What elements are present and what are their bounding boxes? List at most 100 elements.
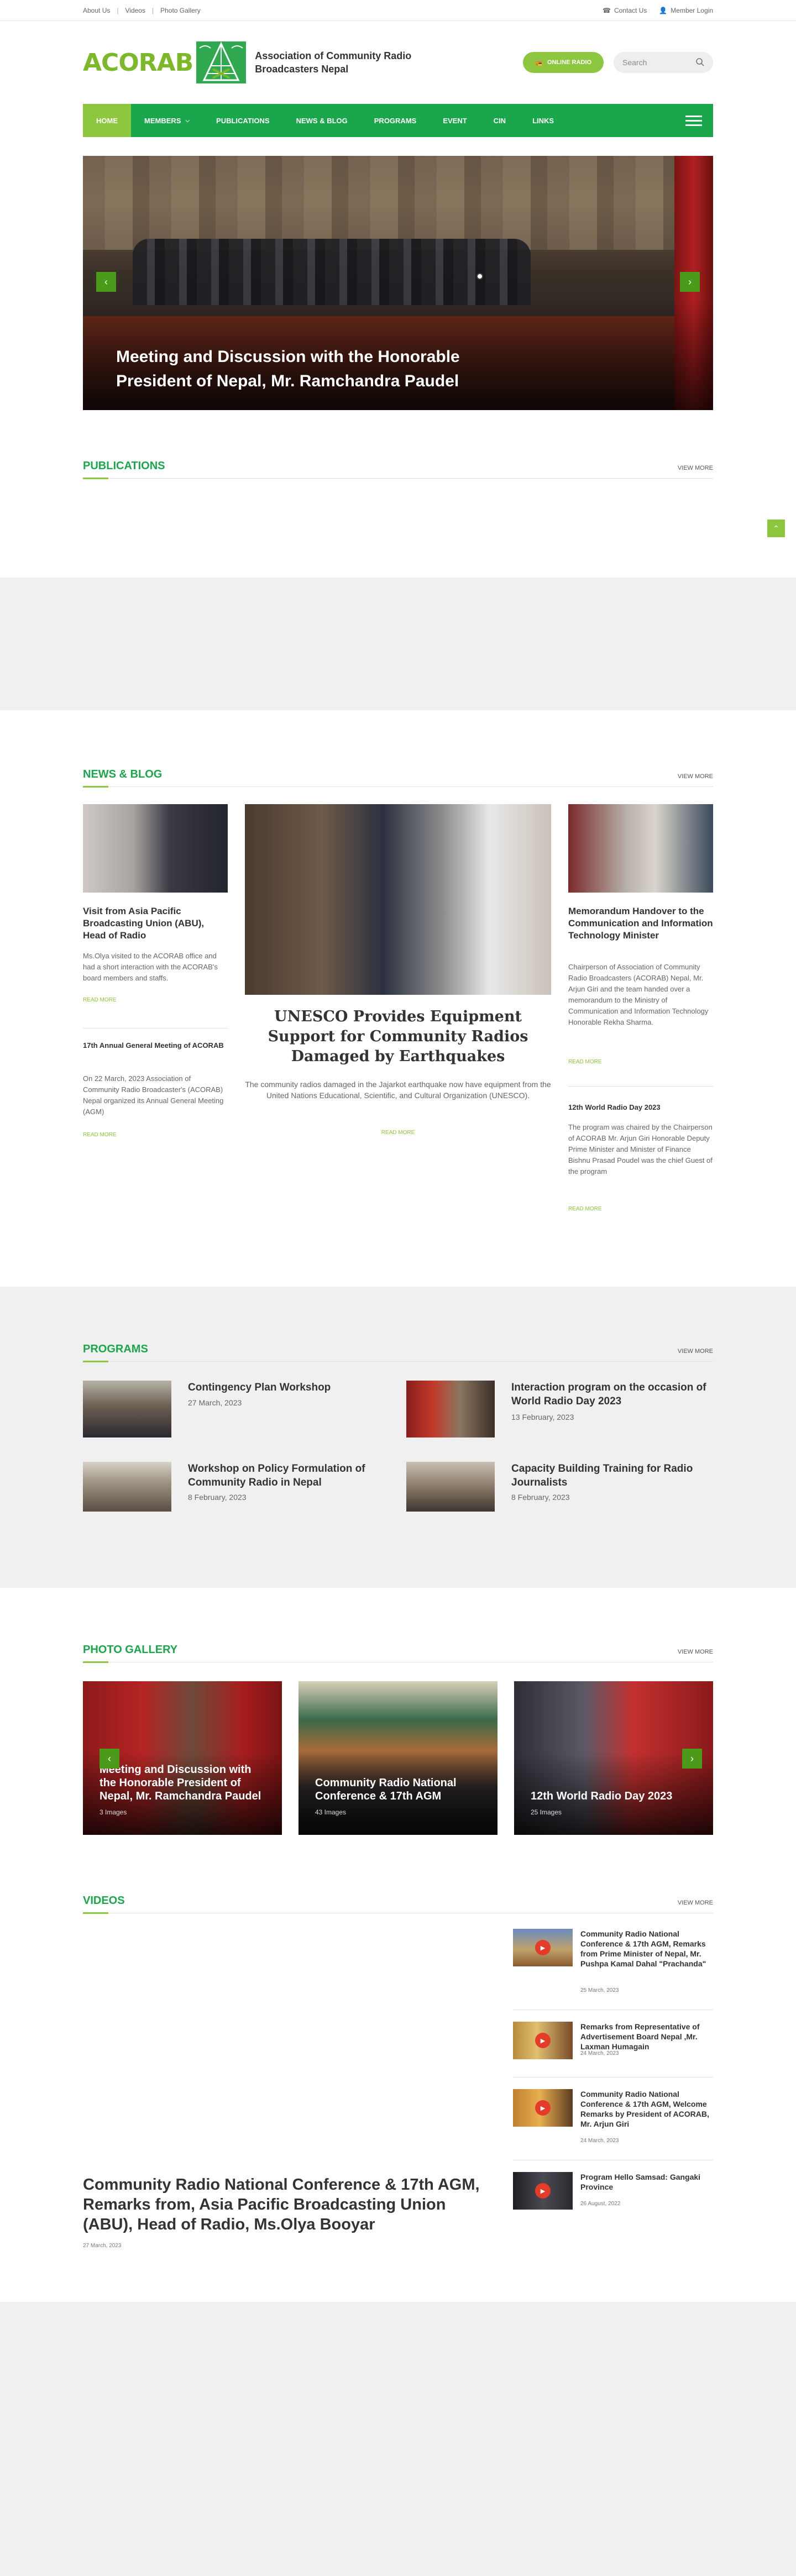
nav-programs[interactable]: PROGRAMS [361, 104, 430, 137]
search-input[interactable]: Search [622, 58, 647, 67]
program-image-1[interactable] [83, 1381, 171, 1437]
news-view-more[interactable]: VIEW MORE [678, 773, 713, 786]
program-date-1: 27 March, 2023 [188, 1398, 242, 1407]
video-thumb[interactable]: ▶ [513, 2172, 573, 2210]
video-main-title[interactable]: Community Radio National Conference & 17… [83, 2175, 492, 2234]
news-right-body-2: The program was chaired by the Chairpers… [568, 1123, 713, 1176]
videos-header: VIDEOS VIEW MORE [83, 1889, 713, 1914]
top-link-videos[interactable]: Videos [125, 7, 145, 14]
radio-tower-icon [196, 41, 247, 83]
news-left-read-2[interactable]: READ MORE [83, 1132, 117, 1138]
slider-prev-arrow-icon[interactable]: ‹ [96, 272, 116, 292]
nav-cin[interactable]: CIN [480, 104, 519, 137]
publications-band [0, 578, 796, 710]
news-left-title-1[interactable]: Visit from Asia Pacific Broadcasting Uni… [83, 905, 228, 942]
program-image-3[interactable] [83, 1462, 171, 1512]
videos-view-more[interactable]: VIEW MORE [678, 1900, 713, 1913]
program-image-2[interactable] [406, 1381, 495, 1437]
gallery-section: PHOTO GALLERY VIEW MORE [83, 1638, 713, 1663]
publications-view-more[interactable]: VIEW MORE [678, 465, 713, 478]
org-name-line1: Association of Community Radio [255, 50, 412, 61]
video-item-title-4[interactable]: Program Hello Samsad: Gangaki Province [580, 2172, 713, 2192]
video-item-title-2[interactable]: Remarks from Representative of Advertise… [580, 2022, 713, 2052]
section-underline [83, 1912, 108, 1914]
nav-news-blog[interactable]: NEWS & BLOG [283, 104, 361, 137]
contact-link[interactable]: ☎ Contact Us [603, 7, 647, 14]
news-left-read-1[interactable]: READ MORE [83, 997, 117, 1003]
news-right-title-2[interactable]: 12th World Radio Day 2023 [568, 1102, 713, 1113]
news-image-unesco[interactable] [245, 804, 551, 995]
top-link-gallery[interactable]: Photo Gallery [160, 7, 201, 14]
news-left-body-1: Ms.Olya visited to the ACORAB office and… [83, 952, 218, 982]
news-right-read-1[interactable]: READ MORE [568, 1059, 602, 1065]
program-title-4[interactable]: Capacity Building Training for Radio Jou… [511, 1462, 713, 1489]
gallery-carousel: Meeting and Discussion with the Honorabl… [83, 1681, 713, 1835]
video-thumb[interactable]: ▶ [513, 2022, 573, 2059]
news-image-abu[interactable] [83, 804, 228, 893]
news-right-read-2[interactable]: READ MORE [568, 1206, 602, 1212]
nav-members-label: MEMBERS [144, 116, 181, 125]
programs-view-more[interactable]: VIEW MORE [678, 1348, 713, 1361]
nav-links[interactable]: LINKS [519, 104, 567, 137]
news-image-memorandum[interactable] [568, 804, 713, 893]
section-underline [83, 1361, 108, 1362]
gallery-card-2[interactable]: Community Radio National Conference & 17… [298, 1681, 498, 1835]
videos-section: VIDEOS VIEW MORE [83, 1889, 713, 1914]
program-date-2: 13 February, 2023 [511, 1413, 574, 1421]
slider-dot[interactable] [476, 273, 483, 280]
section-underline [83, 478, 108, 479]
section-underline [83, 786, 108, 788]
hamburger-menu-icon[interactable] [685, 113, 702, 129]
play-icon[interactable]: ▶ [535, 2100, 551, 2116]
video-item-date-4: 26 August, 2022 [580, 2201, 621, 2207]
news-right-title-1[interactable]: Memorandum Handover to the Communication… [568, 905, 713, 942]
site-logo[interactable]: ACORAB Association of Community Radio Br… [83, 41, 411, 83]
contact-label: Contact Us [614, 7, 647, 14]
video-thumb[interactable]: ▶ [513, 1929, 573, 1966]
divider [83, 1028, 228, 1029]
online-radio-button[interactable]: 📻 ONLINE RADIO [523, 52, 604, 73]
gallery-prev-arrow-icon[interactable]: ‹ [100, 1749, 119, 1769]
program-title-1[interactable]: Contingency Plan Workshop [188, 1381, 376, 1394]
hero-image-wall [83, 156, 713, 250]
program-image-4[interactable] [406, 1462, 495, 1512]
member-login-link[interactable]: 👤 Member Login [659, 7, 713, 14]
play-icon[interactable]: ▶ [535, 2183, 551, 2199]
radio-icon: 📻 [535, 59, 543, 66]
hero-title[interactable]: Meeting and Discussion with the Honorabl… [116, 345, 514, 394]
scroll-top-icon[interactable]: ⌃ [767, 520, 785, 537]
video-item-title-1[interactable]: Community Radio National Conference & 17… [580, 1929, 713, 1969]
online-radio-label: ONLINE RADIO [547, 59, 591, 66]
gallery-card-count-1: 3 Images [100, 1808, 127, 1816]
program-title-3[interactable]: Workshop on Policy Formulation of Commun… [188, 1462, 376, 1489]
gallery-next-arrow-icon[interactable]: › [682, 1749, 702, 1769]
org-name-line2: Broadcasters Nepal [255, 64, 349, 75]
video-item-title-3[interactable]: Community Radio National Conference & 17… [580, 2089, 713, 2129]
videos-title: VIDEOS [83, 1895, 125, 1907]
user-icon: 👤 [659, 7, 668, 14]
news-center-read[interactable]: READ MORE [245, 1130, 551, 1136]
news-header: NEWS & BLOG VIEW MORE [83, 763, 713, 788]
slider-next-arrow-icon[interactable]: › [680, 272, 700, 292]
nav-event[interactable]: EVENT [430, 104, 480, 137]
play-icon[interactable]: ▶ [535, 1940, 551, 1955]
news-left-title-2[interactable]: 17th Annual General Meeting of ACORAB [83, 1040, 228, 1051]
gallery-card-count-2: 43 Images [315, 1808, 347, 1816]
gallery-card-title-1: Meeting and Discussion with the Honorabl… [100, 1764, 261, 1802]
logo-text: ACORAB [83, 48, 193, 77]
search-box[interactable]: Search [614, 52, 713, 73]
top-link-about[interactable]: About Us [83, 7, 110, 14]
gallery-view-more[interactable]: VIEW MORE [678, 1649, 713, 1662]
nav-publications[interactable]: PUBLICATIONS [203, 104, 283, 137]
news-center-title[interactable]: UNESCO Provides Equipment Support for Co… [245, 1007, 551, 1067]
programs-section: PROGRAMS VIEW MORE [83, 1337, 713, 1362]
nav-home[interactable]: HOME [83, 104, 131, 137]
video-thumb[interactable]: ▶ [513, 2089, 573, 2127]
program-date-3: 8 February, 2023 [188, 1493, 247, 1502]
publications-header: PUBLICATIONS VIEW MORE [83, 454, 713, 479]
video-list: ▶ Community Radio National Conference & … [513, 1929, 713, 2227]
search-icon[interactable] [695, 57, 704, 68]
program-title-2[interactable]: Interaction program on the occasion of W… [511, 1381, 713, 1408]
nav-members[interactable]: MEMBERS ⌵ [131, 104, 203, 137]
play-icon[interactable]: ▶ [535, 2033, 551, 2048]
